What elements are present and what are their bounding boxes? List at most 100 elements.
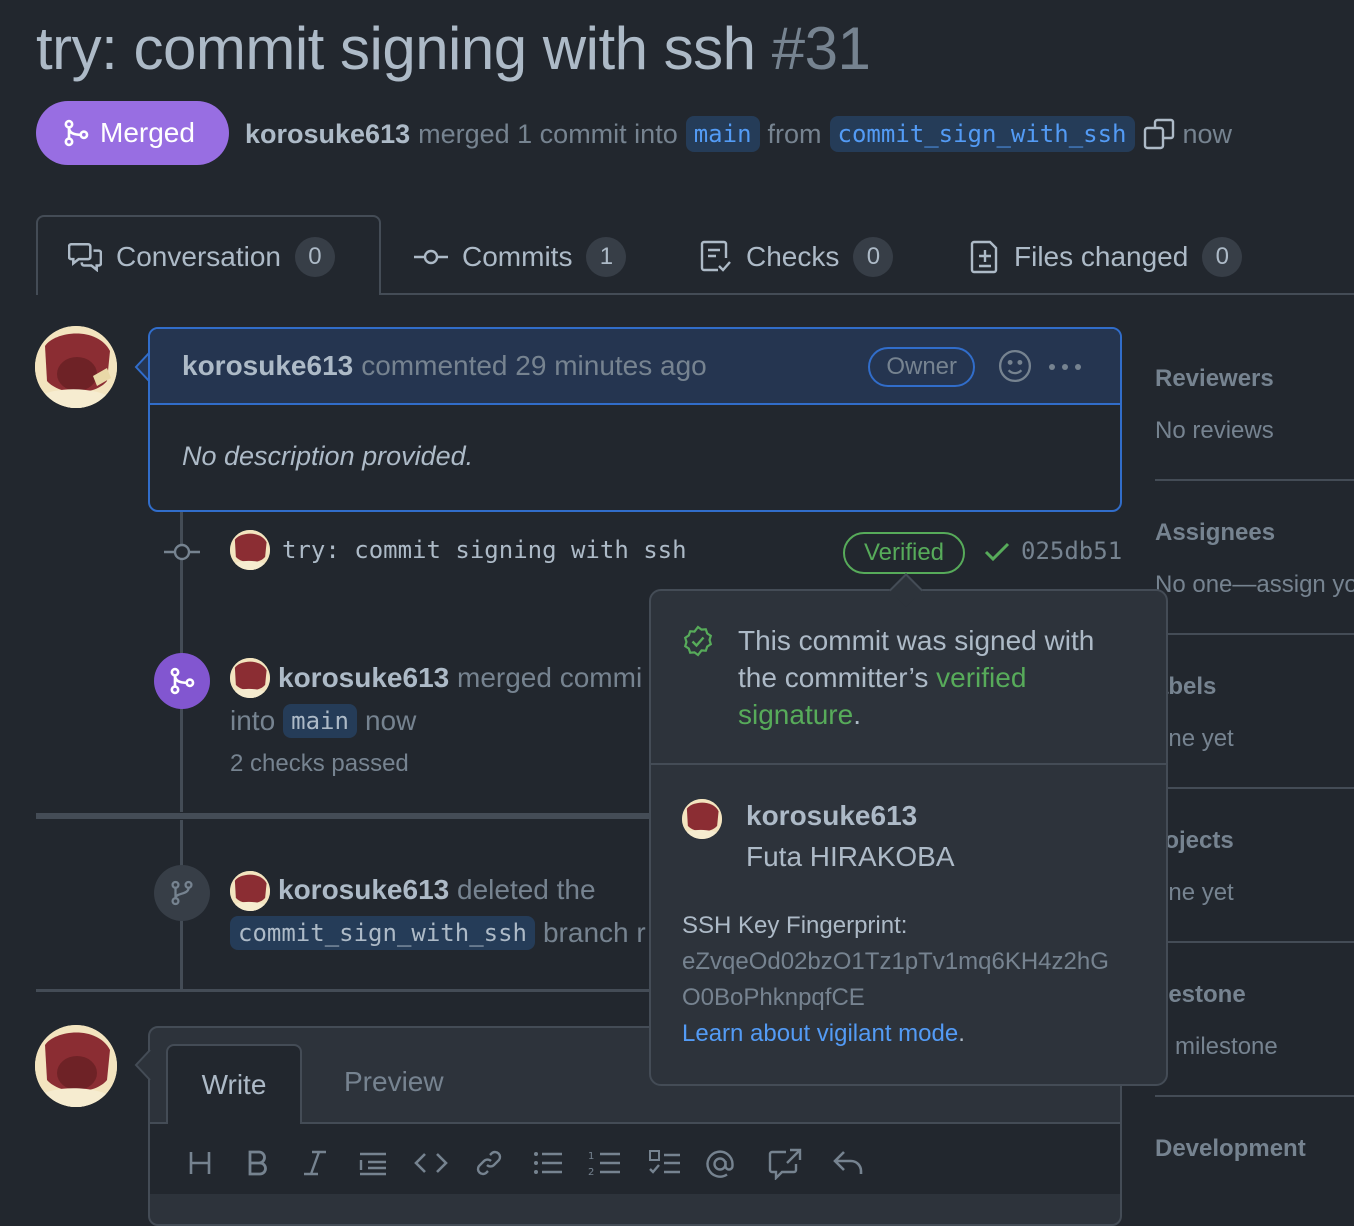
timeline-divider <box>36 989 650 992</box>
git-commit-icon <box>414 247 448 267</box>
task-list-icon[interactable] <box>648 1148 682 1178</box>
merge-event-avatar[interactable] <box>230 658 270 698</box>
pr-number: #31 <box>771 15 871 82</box>
copy-icon[interactable] <box>1143 118 1175 150</box>
tab-conversation-label: Conversation <box>116 241 281 272</box>
kebab-horizontal-icon[interactable] <box>1048 363 1082 371</box>
comment-body: No description provided. <box>182 441 474 471</box>
ssh-key-fingerprint-line2: O0BoPhknpqfCE <box>682 984 865 1011</box>
tab-commits-label: Commits <box>462 241 573 272</box>
owner-badge: Owner <box>868 347 975 387</box>
merge-event-time[interactable]: now <box>365 705 416 737</box>
code-icon[interactable] <box>414 1148 448 1178</box>
merge-event-into: into <box>230 705 276 736</box>
svg-text:1: 1 <box>588 1151 594 1162</box>
tab-write[interactable]: Write <box>166 1044 302 1124</box>
sidebar-divider <box>1155 1095 1354 1097</box>
tab-checks[interactable]: Checks 0 <box>700 232 894 282</box>
bold-icon[interactable] <box>246 1148 270 1178</box>
sidebar-divider <box>1155 787 1354 789</box>
merge-event-line1: korosuke613 merged commi <box>278 662 642 694</box>
vigilant-mode-link-line: Learn about vigilant mode. <box>682 1020 965 1048</box>
delete-event-author[interactable]: korosuke613 <box>278 874 449 905</box>
smiley-icon[interactable] <box>998 349 1032 383</box>
tab-files-changed[interactable]: Files changed 0 <box>970 232 1243 282</box>
vigilant-mode-link[interactable]: Learn about vigilant mode <box>682 1020 958 1047</box>
verified-badge[interactable]: Verified <box>843 532 965 574</box>
from-text: from <box>767 118 822 149</box>
current-user-avatar[interactable] <box>35 1025 117 1107</box>
sidebar-reviewers-heading[interactable]: Reviewers <box>1155 365 1274 393</box>
sidebar-development-heading[interactable]: Development <box>1155 1135 1306 1163</box>
deleted-branch: commit_sign_with_ssh <box>230 916 535 950</box>
comment-timestamp[interactable]: commented 29 minutes ago <box>361 350 707 382</box>
commit-author-avatar[interactable] <box>230 530 270 570</box>
git-commit-icon <box>164 541 200 563</box>
numbered-list-icon[interactable]: 12 <box>588 1148 622 1178</box>
ssh-key-label: SSH Key Fingerprint: <box>682 912 908 939</box>
sidebar-assignees-value[interactable]: No one—assign yo <box>1155 571 1354 599</box>
bulleted-list-icon[interactable] <box>532 1148 564 1178</box>
git-merge-icon <box>62 118 90 148</box>
tab-checks-count: 0 <box>853 237 894 277</box>
delete-event-text2: branch r <box>542 917 646 948</box>
link-icon[interactable] <box>474 1148 504 1178</box>
popover-divider <box>651 763 1166 765</box>
popover-title-suffix: . <box>853 699 861 730</box>
svg-text:2: 2 <box>588 1167 594 1178</box>
merged-label: Merged <box>100 117 195 148</box>
popover-title-text: This commit was signed with the committe… <box>738 625 1095 693</box>
sidebar-milestone-heading[interactable]: ilestone <box>1155 981 1246 1009</box>
sidebar-divider <box>1155 633 1354 635</box>
merged-text: merged 1 commit into <box>418 118 678 149</box>
popover-fullname: Futa HIRAKOBA <box>746 841 955 872</box>
head-branch[interactable]: commit_sign_with_ssh <box>829 116 1135 152</box>
checklist-icon <box>700 240 732 274</box>
avatar[interactable] <box>35 326 117 408</box>
verified-icon <box>682 625 714 657</box>
popover-username[interactable]: korosuke613 <box>746 800 917 832</box>
sidebar-milestone-value: o milestone <box>1155 1033 1278 1060</box>
timeline-divider <box>36 813 650 819</box>
delete-event-text: deleted the <box>457 874 596 905</box>
quote-icon[interactable] <box>358 1148 388 1178</box>
tab-commits[interactable]: Commits 1 <box>414 232 627 282</box>
mention-icon[interactable] <box>704 1148 736 1180</box>
tab-files-label: Files changed <box>1014 241 1189 272</box>
pr-merge-summary: korosuke613 merged 1 commit into main fr… <box>245 110 1232 158</box>
tab-conversation-count: 0 <box>294 237 335 277</box>
checks-passed-link[interactable]: 2 checks passed <box>230 750 409 778</box>
merged-state-badge: Merged <box>36 101 229 165</box>
git-merge-icon <box>168 666 196 696</box>
delete-event-avatar[interactable] <box>230 871 270 911</box>
merge-event-author[interactable]: korosuke613 <box>278 662 449 693</box>
italic-icon[interactable] <box>302 1148 328 1178</box>
ssh-key-fingerprint-line1: eZvqeOd02bzO1Tz1pTv1mq6KH4z2hG <box>682 948 1109 975</box>
comment-box: korosuke613 commented 29 minutes ago Own… <box>148 327 1122 512</box>
editor-toolbar <box>150 1124 1120 1194</box>
merge-event-branch[interactable]: main <box>283 704 357 738</box>
git-branch-icon <box>169 878 195 908</box>
tab-preview[interactable]: Preview <box>344 1066 444 1098</box>
heading-icon[interactable] <box>188 1148 212 1178</box>
commit-sha-link[interactable]: 025db51 <box>1021 537 1122 565</box>
check-icon <box>983 540 1011 564</box>
merged-event-badge <box>154 653 210 709</box>
pr-title-text: try: commit signing with ssh <box>36 15 756 82</box>
merger-link[interactable]: korosuke613 <box>245 119 410 150</box>
comment-discussion-icon <box>68 242 102 272</box>
cross-reference-icon[interactable] <box>768 1148 802 1180</box>
delete-event-line2: commit_sign_with_ssh branch r <box>230 916 646 950</box>
editor-pointer <box>134 1050 151 1080</box>
reply-icon[interactable] <box>832 1148 864 1178</box>
popover-user-avatar[interactable] <box>682 799 722 839</box>
tab-files-count: 0 <box>1202 237 1243 277</box>
comment-author[interactable]: korosuke613 <box>182 350 353 382</box>
base-branch[interactable]: main <box>685 116 760 152</box>
sidebar-assignees-heading[interactable]: Assignees <box>1155 519 1275 547</box>
commit-message-link[interactable]: try: commit signing with ssh <box>282 536 687 564</box>
comment-header: korosuke613 commented 29 minutes ago Own… <box>150 329 1120 405</box>
sidebar-reviewers-value: No reviews <box>1155 417 1274 444</box>
merge-event-text: merged commi <box>457 662 643 693</box>
tab-conversation[interactable]: Conversation 0 <box>68 232 335 282</box>
